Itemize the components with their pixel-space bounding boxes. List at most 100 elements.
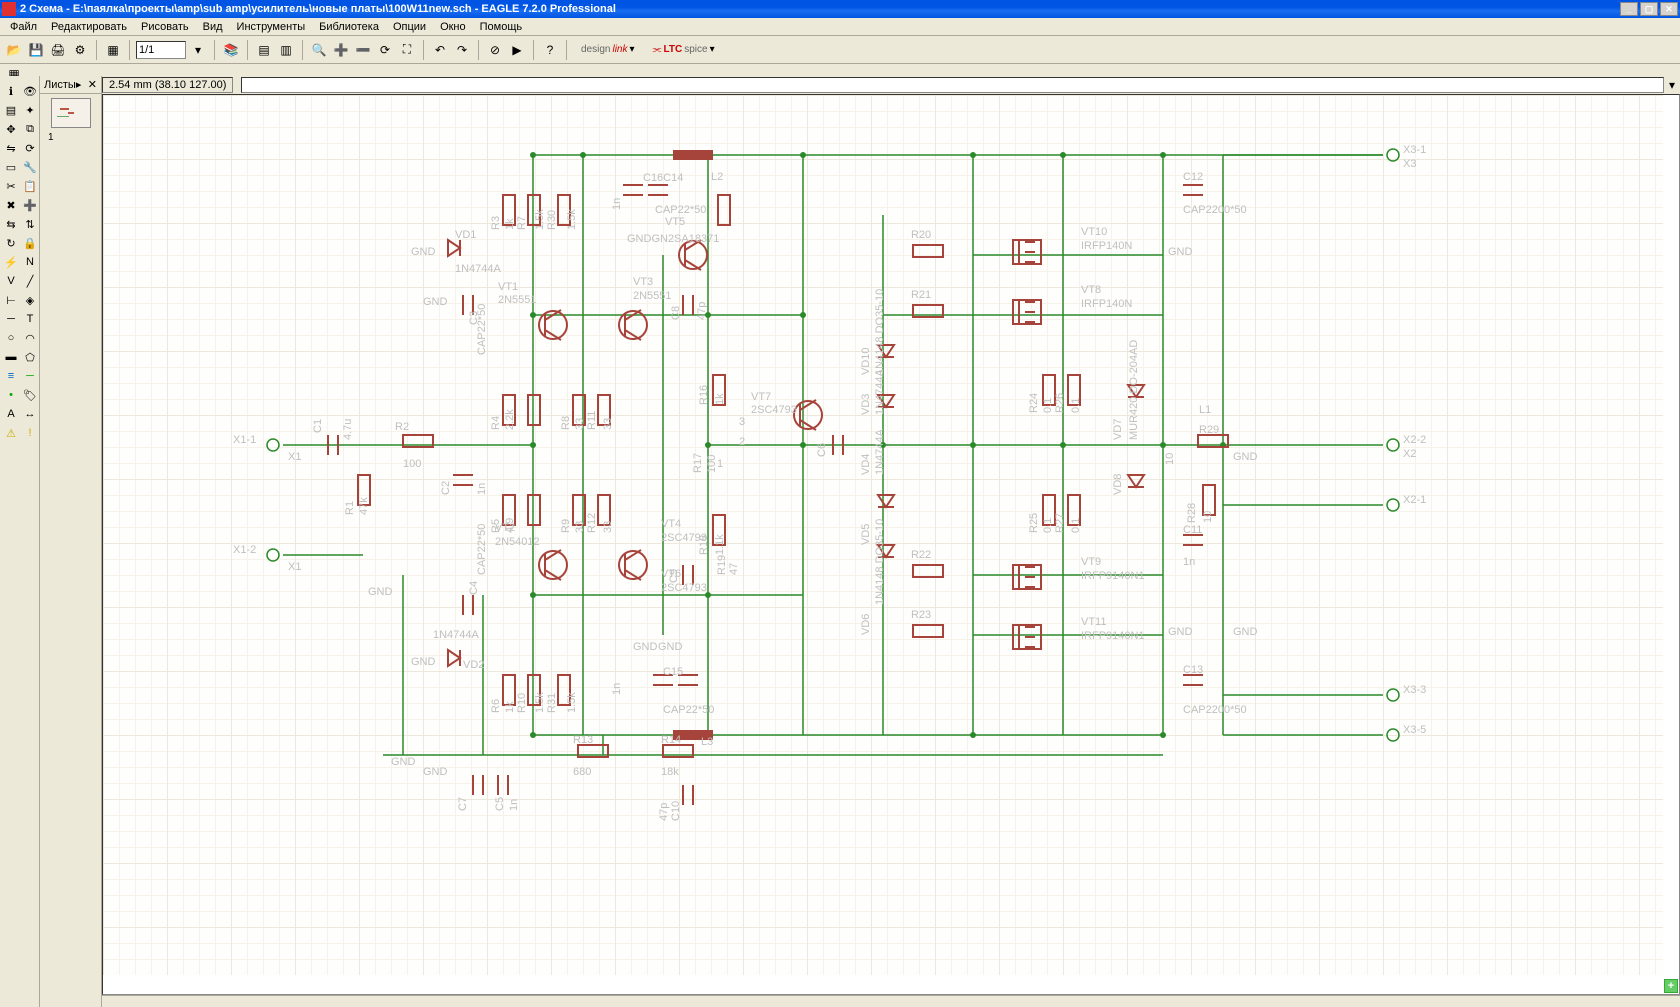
- script-icon[interactable]: ▤: [254, 40, 274, 60]
- text-icon[interactable]: T: [21, 310, 39, 328]
- miter-icon[interactable]: ╱: [21, 272, 39, 290]
- svg-text:C12: C12: [1183, 171, 1203, 183]
- redo-icon[interactable]: ↷: [452, 40, 472, 60]
- save-icon[interactable]: 💾: [26, 40, 46, 60]
- junction-icon[interactable]: •: [2, 386, 20, 404]
- change-icon[interactable]: 🔧: [21, 158, 39, 176]
- add-sheet-button[interactable]: +: [1664, 979, 1678, 993]
- menu-options[interactable]: Опции: [387, 20, 432, 34]
- sheets-close-icon[interactable]: ✕: [88, 78, 97, 91]
- svg-text:GND: GND: [1168, 626, 1193, 638]
- group-icon[interactable]: ▭: [2, 158, 20, 176]
- ltspice-logo[interactable]: ⫘ LTCspice ▾: [645, 44, 723, 55]
- layer-icon[interactable]: ▤: [2, 101, 20, 119]
- svg-text:0.1: 0.1: [1042, 518, 1054, 533]
- wire-icon[interactable]: ─: [2, 310, 20, 328]
- svg-text:R20: R20: [911, 229, 931, 241]
- menu-draw[interactable]: Рисовать: [135, 20, 195, 34]
- svg-text:1N4148 DO35-10: 1N4148 DO35-10: [874, 519, 886, 605]
- sheet-field[interactable]: [136, 41, 186, 59]
- svg-text:C8: C8: [670, 306, 682, 320]
- errors-icon[interactable]: !: [21, 424, 39, 442]
- label-icon[interactable]: 🏷: [21, 386, 39, 404]
- erc-icon[interactable]: ⚠: [2, 424, 20, 442]
- stop-icon[interactable]: ⊘: [485, 40, 505, 60]
- svg-text:1n: 1n: [476, 483, 488, 495]
- cmd-dropdown-icon[interactable]: ▾: [1664, 75, 1680, 95]
- sheet-dropdown-icon[interactable]: ▾: [188, 40, 208, 60]
- command-input[interactable]: [241, 77, 1664, 93]
- svg-text:GNDGN2SA18371: GNDGN2SA18371: [627, 233, 719, 245]
- board-icon[interactable]: ▦: [103, 40, 123, 60]
- svg-text:C4: C4: [468, 581, 480, 595]
- maximize-button[interactable]: ▢: [1640, 2, 1658, 16]
- circle-icon[interactable]: ○: [2, 329, 20, 347]
- schematic-canvas-wrap: X1-1X1 X1-2X1 X3-1X3 X2-2X2 X2-1 X3-3X3-…: [102, 94, 1680, 995]
- svg-text:1N4744A: 1N4744A: [455, 263, 502, 275]
- dimension-icon[interactable]: ↔: [21, 405, 39, 423]
- add-icon[interactable]: ➕: [21, 196, 39, 214]
- undo-icon[interactable]: ↶: [430, 40, 450, 60]
- help-icon[interactable]: ?: [540, 40, 560, 60]
- designlink-logo[interactable]: designlink ▾: [573, 44, 643, 55]
- mirror-icon[interactable]: ⇋: [2, 139, 20, 157]
- sheets-arrow-icon[interactable]: ▸: [76, 78, 82, 91]
- net-icon[interactable]: ─: [21, 367, 39, 385]
- show-icon[interactable]: 👁: [21, 82, 39, 100]
- library-icon[interactable]: 📚: [221, 40, 241, 60]
- zoom-select-icon[interactable]: ⛶: [397, 40, 417, 60]
- split-icon[interactable]: ⊢: [2, 291, 20, 309]
- svg-text:18k: 18k: [661, 766, 679, 778]
- bus-icon[interactable]: ≡: [2, 367, 20, 385]
- menu-view[interactable]: Вид: [197, 20, 229, 34]
- copy-icon[interactable]: ⧉: [21, 120, 39, 138]
- svg-text:R2: R2: [395, 421, 409, 433]
- replace-icon[interactable]: ↻: [2, 234, 20, 252]
- cam-icon[interactable]: ⚙: [70, 40, 90, 60]
- menu-edit[interactable]: Редактировать: [45, 20, 133, 34]
- sheets-header: Листы ▸ ✕: [40, 76, 101, 94]
- svg-text:1k: 1k: [714, 393, 726, 405]
- arc-icon[interactable]: ◠: [21, 329, 39, 347]
- menu-file[interactable]: Файл: [4, 20, 43, 34]
- open-icon[interactable]: 📂: [4, 40, 24, 60]
- info-icon[interactable]: ℹ: [2, 82, 20, 100]
- pinswap-icon[interactable]: ⇆: [2, 215, 20, 233]
- attribute-icon[interactable]: A: [2, 405, 20, 423]
- smash-icon[interactable]: ⚡: [2, 253, 20, 271]
- cut-icon[interactable]: ✂: [2, 177, 20, 195]
- svg-text:10: 10: [1164, 453, 1176, 465]
- menu-tools[interactable]: Инструменты: [231, 20, 312, 34]
- gateswap-icon[interactable]: ⇅: [21, 215, 39, 233]
- paste-icon[interactable]: 📋: [21, 177, 39, 195]
- ulp-icon[interactable]: ▥: [276, 40, 296, 60]
- minimize-button[interactable]: _: [1620, 2, 1638, 16]
- rect-icon[interactable]: ▬: [2, 348, 20, 366]
- move-icon[interactable]: ✥: [2, 120, 20, 138]
- svg-text:0.1: 0.1: [1042, 398, 1054, 413]
- rotate-icon[interactable]: ⟳: [21, 139, 39, 157]
- invoke-icon[interactable]: ◈: [21, 291, 39, 309]
- schematic-canvas[interactable]: X1-1X1 X1-2X1 X3-1X3 X2-2X2 X2-1 X3-3X3-…: [103, 95, 1663, 975]
- go-icon[interactable]: ▶: [507, 40, 527, 60]
- svg-text:47p: 47p: [696, 302, 708, 320]
- menu-window[interactable]: Окно: [434, 20, 472, 34]
- zoom-out-icon[interactable]: ➖: [353, 40, 373, 60]
- zoom-in-icon[interactable]: ➕: [331, 40, 351, 60]
- close-button[interactable]: ✕: [1660, 2, 1678, 16]
- zoom-redraw-icon[interactable]: ⟳: [375, 40, 395, 60]
- lock-icon[interactable]: 🔒: [21, 234, 39, 252]
- name-icon[interactable]: N: [21, 253, 39, 271]
- zoom-fit-icon[interactable]: 🔍: [309, 40, 329, 60]
- print-icon[interactable]: 🖨: [48, 40, 68, 60]
- menu-library[interactable]: Библиотека: [313, 20, 385, 34]
- svg-text:1.5k: 1.5k: [534, 209, 546, 230]
- menu-help[interactable]: Помощь: [474, 20, 529, 34]
- svg-text:X1-2: X1-2: [233, 544, 256, 556]
- sheet-thumbnail[interactable]: [51, 98, 91, 128]
- value-icon[interactable]: V: [2, 272, 20, 290]
- mark-icon[interactable]: ✦: [21, 101, 39, 119]
- svg-text:3: 3: [739, 416, 745, 428]
- polygon-icon[interactable]: ⬠: [21, 348, 39, 366]
- delete-icon[interactable]: ✖: [2, 196, 20, 214]
